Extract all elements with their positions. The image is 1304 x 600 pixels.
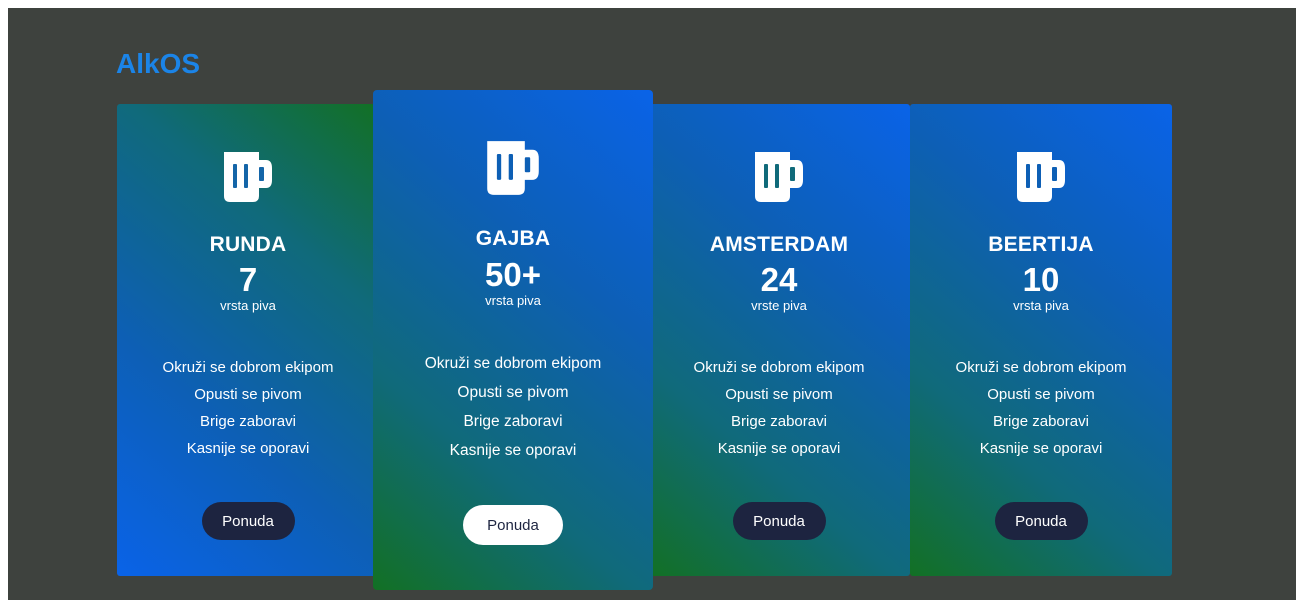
- card-unit: vrste piva: [751, 298, 807, 313]
- feature-item: Brige zaboravi: [731, 413, 827, 430]
- feature-item: Opusti se pivom: [987, 386, 1095, 403]
- beer-mug-icon: [648, 150, 910, 204]
- card-count: 7: [238, 261, 258, 298]
- card-title: RUNDA: [209, 233, 287, 256]
- card-unit: vrsta piva: [1013, 298, 1069, 313]
- card-title: GAJBA: [475, 227, 551, 250]
- feature-item: Opusti se pivom: [457, 384, 569, 401]
- feature-list: Okruži se dobrom ekipom Opusti se pivom …: [117, 354, 379, 462]
- card-count: 50+: [485, 256, 541, 293]
- feature-item: Kasnije se oporavi: [979, 440, 1103, 457]
- feature-item: Kasnije se oporavi: [186, 440, 310, 457]
- card-unit: vrsta piva: [485, 293, 541, 308]
- feature-item: Okruži se dobrom ekipom: [162, 359, 334, 376]
- ponuda-button[interactable]: Ponuda: [994, 502, 1088, 540]
- feature-item: Opusti se pivom: [725, 386, 833, 403]
- card-count: 24: [760, 261, 798, 298]
- page-background: AlkOS RUNDA 7 vrsta piva Okruži se dobro…: [8, 8, 1296, 600]
- feature-item: Brige zaboravi: [993, 413, 1089, 430]
- feature-item: Kasnije se oporavi: [449, 442, 577, 459]
- pricing-card-gajba: GAJBA 50+ vrsta piva Okruži se dobrom ek…: [373, 90, 653, 590]
- feature-item: Okruži se dobrom ekipom: [693, 359, 865, 376]
- feature-item: Brige zaboravi: [463, 413, 563, 430]
- feature-item: Okruži se dobrom ekipom: [955, 359, 1127, 376]
- card-count: 10: [1022, 261, 1060, 298]
- brand-title: AlkOS: [116, 48, 201, 79]
- feature-item: Okruži se dobrom ekipom: [424, 355, 602, 372]
- ponuda-button[interactable]: Ponuda: [463, 505, 563, 545]
- feature-item: Brige zaboravi: [200, 413, 296, 430]
- feature-list: Okruži se dobrom ekipom Opusti se pivom …: [648, 354, 910, 462]
- ponuda-button[interactable]: Ponuda: [732, 502, 826, 540]
- beer-mug-icon: [373, 139, 653, 197]
- card-title: BEERTIJA: [988, 233, 1094, 256]
- feature-item: Opusti se pivom: [194, 386, 302, 403]
- card-title: AMSTERDAM: [709, 233, 849, 256]
- pricing-card-beertija: BEERTIJA 10 vrsta piva Okruži se dobrom …: [910, 104, 1172, 576]
- feature-list: Okruži se dobrom ekipom Opusti se pivom …: [373, 349, 653, 465]
- ponuda-button[interactable]: Ponuda: [201, 502, 295, 540]
- pricing-card-amsterdam: AMSTERDAM 24 vrste piva Okruži se dobrom…: [648, 104, 910, 576]
- feature-list: Okruži se dobrom ekipom Opusti se pivom …: [910, 354, 1172, 462]
- feature-item: Kasnije se oporavi: [717, 440, 841, 457]
- beer-mug-icon: [910, 150, 1172, 204]
- pricing-card-runda: RUNDA 7 vrsta piva Okruži se dobrom ekip…: [117, 104, 379, 576]
- card-unit: vrsta piva: [220, 298, 276, 313]
- beer-mug-icon: [117, 150, 379, 204]
